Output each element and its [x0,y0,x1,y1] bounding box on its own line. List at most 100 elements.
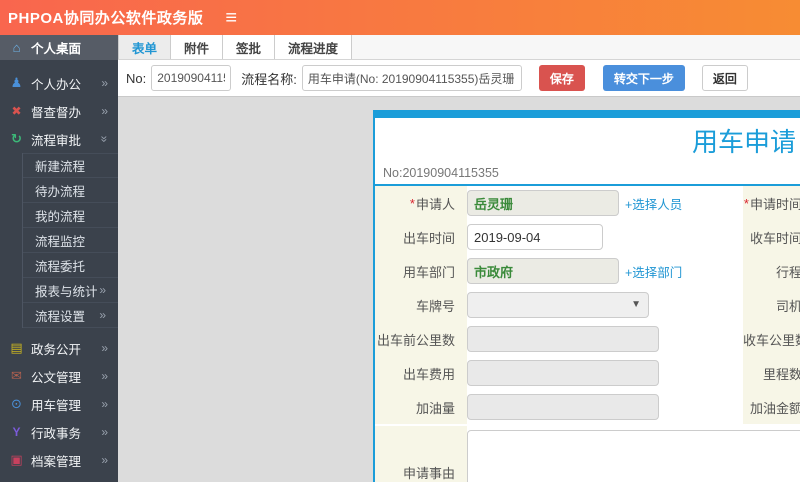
sidebar-item-personal-office[interactable]: ♟ 个人办公 » [0,69,118,97]
field-label: 收车公里数 [743,322,800,356]
tab-label: 表单 [132,41,158,56]
submenu-item-label: 流程设置 [35,309,86,324]
supervise-icon: ✖ [11,104,22,118]
expand-arrow-icon: » [101,425,108,439]
submenu-item-flow-settings[interactable]: 流程设置 » [23,303,118,328]
label-text: 里程数 [762,366,800,382]
submenu-item-new-flow[interactable]: 新建流程 [23,153,118,178]
sidebar: ⌂ 个人桌面 ♟ 个人办公 » ✖ 督查督办 » ↻ 流程审批 » 新建流程 待… [0,35,118,482]
sidebar-item-label: 公文管理 [31,370,82,385]
sidebar-item-hr-mgmt[interactable]: ▥ 人事管理 » [0,474,118,482]
archive-icon: ▣ [10,452,23,467]
submenu-item-label: 流程委托 [35,259,86,274]
fuel-amount-input [467,394,659,420]
field-cell [467,426,800,482]
submenu-item-label: 报表与统计 [35,284,98,299]
tab-form[interactable]: 表单 [118,35,172,59]
document-icon: ✉ [11,368,22,383]
form-row-reason: 申请事由 [375,426,800,482]
form-row-depart-time: 出车时间 收车时间 [375,220,800,254]
sidebar-item-vehicle-mgmt[interactable]: ⊙ 用车管理 » [0,390,118,418]
field-cell: ▼ [467,288,743,322]
no-input[interactable] [151,65,232,91]
field-label: 司机 [743,288,800,322]
home-icon: ⌂ [12,40,21,55]
form-row-applicant: * 申请人 +选择人员 * 申请时间 [375,186,800,220]
label-text: 行程 [775,264,800,280]
expand-arrow-icon: » [101,104,108,118]
sidebar-item-archive-mgmt[interactable]: ▣ 档案管理 » [0,446,118,474]
field-label: 出车前公里数 [375,322,467,356]
sidebar-item-gov-open[interactable]: ▤ 政务公开 » [0,334,118,362]
depart-date-input[interactable] [467,224,603,250]
field-label: 收车时间 [743,220,800,254]
user-icon: ♟ [10,75,23,90]
sidebar-item-desktop[interactable]: ⌂ 个人桌面 [0,35,118,60]
form-row-fuel-amount: 加油量 加油金额 [375,390,800,424]
label-text: 出车前公里数 [376,332,455,348]
form-panel: 用车申请 No:20190904115355 * 申请人 +选择人员 * 申请时… [373,110,800,482]
field-label: 加油金额 [743,390,800,424]
reason-textarea[interactable] [467,430,800,482]
form-no-text: No:20190904115355 [383,166,499,180]
tab-label: 签批 [236,41,262,56]
sidebar-item-workflow-approval[interactable]: ↻ 流程审批 » [0,125,118,153]
flow-name-label: 流程名称: [241,71,297,87]
applicant-input [467,190,619,216]
select-department-link[interactable]: +选择部门 [625,262,682,281]
required-marker: * [743,195,749,211]
tab-flow-progress[interactable]: 流程进度 [275,35,353,59]
tab-attachments[interactable]: 附件 [171,35,224,59]
gov-open-icon: ▤ [10,340,23,355]
expand-arrow-icon: » [99,308,106,322]
submenu-item-reports-stats[interactable]: 报表与统计 » [23,278,118,303]
sidebar-item-admin-affairs[interactable]: Y 行政事务 » [0,418,118,446]
forward-next-step-button[interactable]: 转交下一步 [602,65,685,91]
label-text: 加油量 [415,400,455,416]
plate-number-select[interactable]: ▼ [467,292,649,318]
sidebar-item-supervision[interactable]: ✖ 督查督办 » [0,97,118,125]
label-text: 申请人 [415,196,455,212]
department-input [467,258,619,284]
sidebar-item-label: 流程审批 [31,133,82,148]
admin-icon: Y [12,425,21,439]
menu-icon[interactable]: ≡ [225,8,237,28]
field-label: 出车时间 [375,220,467,254]
workflow-icon: ↻ [11,131,22,146]
form-row-department: 用车部门 +选择部门 行程 [375,254,800,288]
submenu-item-flow-monitor[interactable]: 流程监控 [23,228,118,253]
field-cell [467,390,743,424]
label-text: 用车部门 [402,264,455,280]
form-row-km-before: 出车前公里数 收车公里数 [375,322,800,356]
submenu-item-todo-flow[interactable]: 待办流程 [23,178,118,203]
tab-signoff[interactable]: 签批 [223,35,276,59]
submenu-item-label: 待办流程 [35,184,86,199]
sidebar-item-label: 督查督办 [31,105,82,120]
sidebar-item-document-mgmt[interactable]: ✉ 公文管理 » [0,362,118,390]
sidebar-item-label: 人事管理 [31,479,81,482]
flow-name-input[interactable] [301,65,522,91]
expand-arrow-icon: » [101,341,108,355]
label-text: 加油金额 [749,400,800,416]
sidebar-item-label: 用车管理 [31,398,82,413]
field-label: 申请事由 [375,426,467,482]
submenu-item-my-flow[interactable]: 我的流程 [23,203,118,228]
label-text: 司机 [775,298,800,314]
field-cell: +选择部门 [467,254,743,288]
back-button[interactable]: 返回 [701,65,748,91]
sidebar-item-label: 行政事务 [31,426,82,441]
field-cell [467,322,743,356]
submenu-item-label: 我的流程 [35,209,86,224]
submenu-item-label: 新建流程 [35,160,86,174]
save-button[interactable]: 保存 [538,65,585,91]
tab-label: 附件 [184,41,210,56]
sidebar-item-label: 政务公开 [31,342,82,357]
form-title: 用车申请 [691,127,796,157]
expand-arrow-icon: » [101,369,108,383]
submenu-item-flow-delegate[interactable]: 流程委托 [23,253,118,278]
field-label: 行程 [743,254,800,288]
sidebar-item-label: 档案管理 [31,454,82,469]
select-person-link[interactable]: +选择人员 [625,194,682,213]
expand-arrow-icon: » [99,283,106,297]
field-label: 加油量 [375,390,467,424]
